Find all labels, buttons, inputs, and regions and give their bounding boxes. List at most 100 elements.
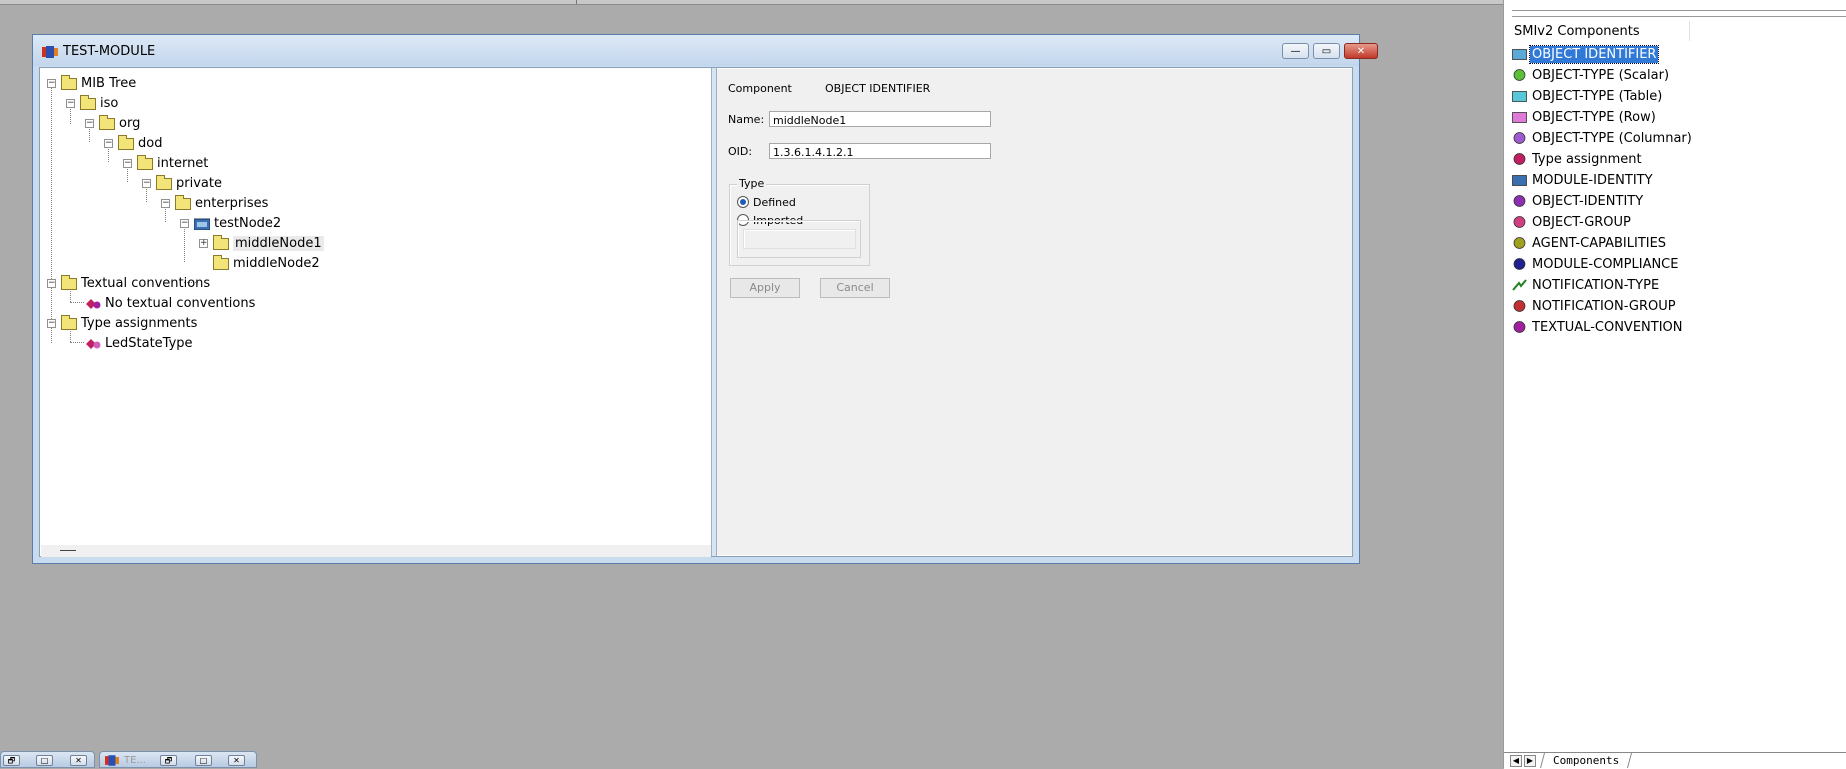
module-app-icon [42,46,58,58]
scalar-green-icon [1513,69,1526,81]
window-title: TEST-MODULE [63,44,156,59]
tree-node-type-assignments[interactable]: − Type assignments [47,314,197,332]
collapse-toggle[interactable]: − [47,278,56,288]
tree-node-textual-conventions[interactable]: − Textual conventions [47,274,210,292]
minimized-title: TE... [124,755,146,766]
tree-node-middlenode2[interactable]: middleNode2 [213,254,320,272]
tree-node-org[interactable]: − org [85,114,140,132]
tree-node-enterprises[interactable]: − enterprises [161,194,268,212]
folder-icon [213,234,229,250]
object-identity-icon [1513,195,1526,207]
component-item[interactable]: NOTIFICATION-GROUP [1512,296,1678,316]
tree-node-internet[interactable]: − internet [123,154,208,172]
collapse-toggle[interactable]: − [85,118,94,128]
tree-node-private[interactable]: − private [142,174,222,192]
collapse-toggle[interactable]: − [47,78,56,88]
folder-icon [80,94,96,110]
tree-node-middlenode1[interactable]: + middleNode1 [199,234,324,252]
window-titlebar[interactable]: TEST-MODULE — ▭ ✕ [33,35,1378,66]
maximize-icon: ▭ [1321,45,1332,57]
tree-node-label: internet [157,155,209,171]
tree-node-testnode2[interactable]: − testNode2 [180,214,281,232]
collapse-toggle[interactable]: − [123,158,132,168]
mib-tree-pane[interactable]: − MIB Tree − iso − org − dod − internet … [41,69,711,557]
expand-toggle[interactable]: + [199,238,208,248]
columnar-icon [1513,132,1526,144]
tab-components-label: Components [1553,754,1620,767]
tree-node-label: org [119,115,141,131]
status-dash [60,550,76,551]
close-icon[interactable]: ✕ [228,755,245,766]
component-item-label: TEXTUAL-CONVENTION [1532,319,1683,335]
component-item[interactable]: AGENT-CAPABILITIES [1512,233,1668,253]
component-item[interactable]: OBJECT-TYPE (Columnar) [1512,128,1694,148]
component-label: Component [728,82,792,95]
oid-field[interactable]: 1.3.6.1.4.1.2.1 [769,143,991,159]
table-cyan-icon [1512,91,1527,102]
title-divider [1689,21,1690,41]
minimized-window-1[interactable]: 🗗 □ ✕ [0,751,95,768]
component-item[interactable]: OBJECT-TYPE (Scalar) [1512,65,1671,85]
component-item[interactable]: OBJECT-TYPE (Row) [1512,107,1658,127]
component-item-label: OBJECT-TYPE (Columnar) [1532,130,1692,146]
tree-node-label: iso [100,95,119,111]
name-field[interactable]: middleNode1 [769,111,991,127]
tree-node-label: dod [138,135,163,151]
component-item-label: OBJECT-GROUP [1532,214,1631,230]
maximize-icon[interactable]: □ [36,755,53,766]
component-item[interactable]: OBJECT-GROUP [1512,212,1633,232]
collapse-toggle[interactable]: − [104,138,113,148]
maximize-button[interactable]: ▭ [1313,43,1340,59]
tab-components[interactable]: Components [1539,753,1633,768]
close-icon: ✕ [1356,45,1366,57]
tree-node-label: private [176,175,222,191]
component-item[interactable]: TEXTUAL-CONVENTION [1512,317,1684,337]
top-strip-tick [576,0,577,4]
minimized-window-2[interactable]: TE... 🗗 □ ✕ [99,751,257,768]
folder-icon [99,114,115,130]
tree-node-mib-tree[interactable]: − MIB Tree [47,74,136,92]
component-item[interactable]: MODULE-COMPLIANCE [1512,254,1680,274]
collapse-toggle[interactable]: − [47,318,56,328]
minimize-button[interactable]: — [1282,43,1309,59]
panel-tab-bar: ◀ ▶ Components [1504,752,1846,769]
component-item[interactable]: OBJECT-TYPE (Table) [1512,86,1664,106]
collapse-toggle[interactable]: − [180,218,189,228]
close-icon[interactable]: ✕ [70,755,87,766]
collapse-toggle[interactable]: − [161,198,170,208]
object-group-icon [1513,216,1526,228]
component-item[interactable]: Type assignment [1512,149,1644,169]
module-compliance-icon [1513,258,1526,270]
component-item-label: OBJECT-TYPE (Scalar) [1532,67,1670,83]
oid-label: OID: [728,145,753,158]
component-item-label: AGENT-CAPABILITIES [1532,235,1667,251]
tree-node-no-textual-conventions[interactable]: No textual conventions [85,294,255,312]
defined-radio[interactable] [737,196,749,208]
folder-icon [137,154,153,170]
collapse-toggle[interactable]: − [142,178,151,188]
tree-node-iso[interactable]: − iso [66,94,118,112]
defined-label[interactable]: Defined [753,196,796,209]
maximize-icon[interactable]: □ [195,755,212,766]
restore-icon[interactable]: 🗗 [3,755,20,766]
folder-icon [61,274,77,290]
tree-node-ledstatetype[interactable]: LedStateType [85,334,193,352]
tree-node-label: middleNode1 [233,235,324,251]
close-button[interactable]: ✕ [1344,43,1378,59]
agent-capabilities-icon [1513,237,1526,249]
tree-node-dod[interactable]: − dod [104,134,162,152]
folder-blue-icon [1512,49,1527,60]
collapse-toggle[interactable]: − [66,98,75,108]
component-item[interactable]: OBJECT IDENTIFIER [1512,44,1660,64]
apply-button[interactable]: Apply [730,278,800,298]
panel-grip[interactable] [1512,10,1846,17]
tab-next-icon[interactable]: ▶ [1524,755,1536,767]
restore-icon[interactable]: 🗗 [160,755,177,766]
component-item[interactable]: MODULE-IDENTITY [1512,170,1655,190]
notification-type-icon [1512,279,1527,291]
component-item[interactable]: NOTIFICATION-TYPE [1512,275,1661,295]
tab-prev-icon[interactable]: ◀ [1510,755,1522,767]
component-item[interactable]: OBJECT-IDENTITY [1512,191,1645,211]
cancel-button[interactable]: Cancel [820,278,890,298]
tree-node-label: No textual conventions [105,295,256,311]
